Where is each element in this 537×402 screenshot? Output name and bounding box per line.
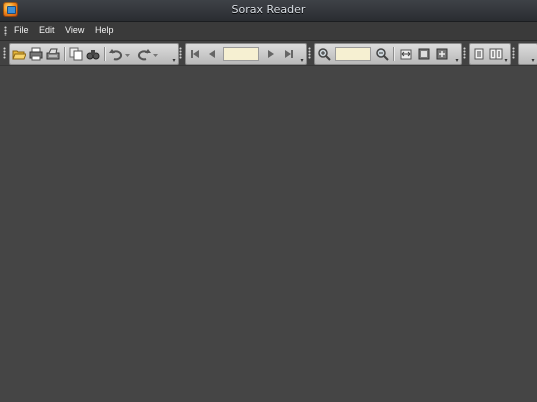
redo-icon[interactable]	[137, 47, 151, 61]
two-page-icon[interactable]	[489, 47, 503, 61]
page-number-field[interactable]	[223, 47, 259, 61]
open-folder-icon[interactable]	[12, 47, 26, 61]
toolbar-group-navigation: ▾	[185, 43, 307, 65]
toolbar-grip-icon[interactable]	[463, 47, 466, 59]
toolbar-group-file: ▾	[9, 43, 179, 65]
print-icon[interactable]	[29, 47, 43, 61]
document-workspace[interactable]	[0, 66, 537, 402]
menu-file[interactable]: File	[14, 25, 29, 35]
toolbar-overflow-icon[interactable]: ▾	[503, 57, 509, 64]
zoom-level-field[interactable]	[335, 47, 371, 61]
menu-help[interactable]: Help	[95, 25, 114, 35]
find-icon[interactable]	[86, 47, 100, 61]
previous-page-icon[interactable]	[205, 47, 219, 61]
actual-size-icon[interactable]	[435, 47, 449, 61]
toolbar-grip-icon[interactable]	[179, 47, 182, 59]
undo-dropdown-icon[interactable]	[124, 47, 132, 61]
toolbar-overflow-icon[interactable]: ▾	[454, 57, 460, 64]
undo-icon[interactable]	[109, 47, 123, 61]
toolbar-overflow-icon[interactable]: ▾	[299, 57, 305, 64]
copy-icon[interactable]	[69, 47, 83, 61]
title-bar[interactable]: Sorax Reader	[0, 0, 537, 22]
main-toolbar: ▾ ▾ ▾ ▾ ▾	[0, 41, 537, 66]
last-page-icon[interactable]	[282, 47, 296, 61]
toolbar-group-extra: ▾	[518, 43, 537, 65]
toolbar-overflow-icon[interactable]: ▾	[530, 57, 536, 64]
zoom-in-icon[interactable]	[317, 47, 331, 61]
menubar-grip-icon[interactable]	[4, 26, 7, 36]
menu-bar: File Edit View Help	[0, 22, 537, 41]
menu-view[interactable]: View	[65, 25, 84, 35]
single-page-icon[interactable]	[472, 47, 486, 61]
toolbar-separator	[104, 47, 106, 61]
toolbar-separator	[64, 47, 66, 61]
window-title: Sorax Reader	[231, 3, 306, 16]
fit-width-icon[interactable]	[399, 47, 413, 61]
menu-edit[interactable]: Edit	[39, 25, 55, 35]
toolbar-separator	[393, 47, 395, 61]
toolbar-group-zoom: ▾	[314, 43, 462, 65]
toolbar-grip-icon[interactable]	[308, 47, 311, 59]
next-page-icon[interactable]	[264, 47, 278, 61]
scan-icon[interactable]	[46, 47, 60, 61]
first-page-icon[interactable]	[188, 47, 202, 61]
toolbar-overflow-icon[interactable]: ▾	[171, 57, 177, 64]
toolbar-grip-icon[interactable]	[512, 47, 515, 59]
toolbar-group-layout: ▾	[469, 43, 511, 65]
app-window: Sorax Reader File Edit View Help ▾ ▾ ▾ ▾…	[0, 0, 537, 402]
toolbar-grip-icon[interactable]	[3, 47, 6, 59]
zoom-out-icon[interactable]	[375, 47, 389, 61]
fit-page-icon[interactable]	[417, 47, 431, 61]
redo-dropdown-icon[interactable]	[152, 47, 160, 61]
